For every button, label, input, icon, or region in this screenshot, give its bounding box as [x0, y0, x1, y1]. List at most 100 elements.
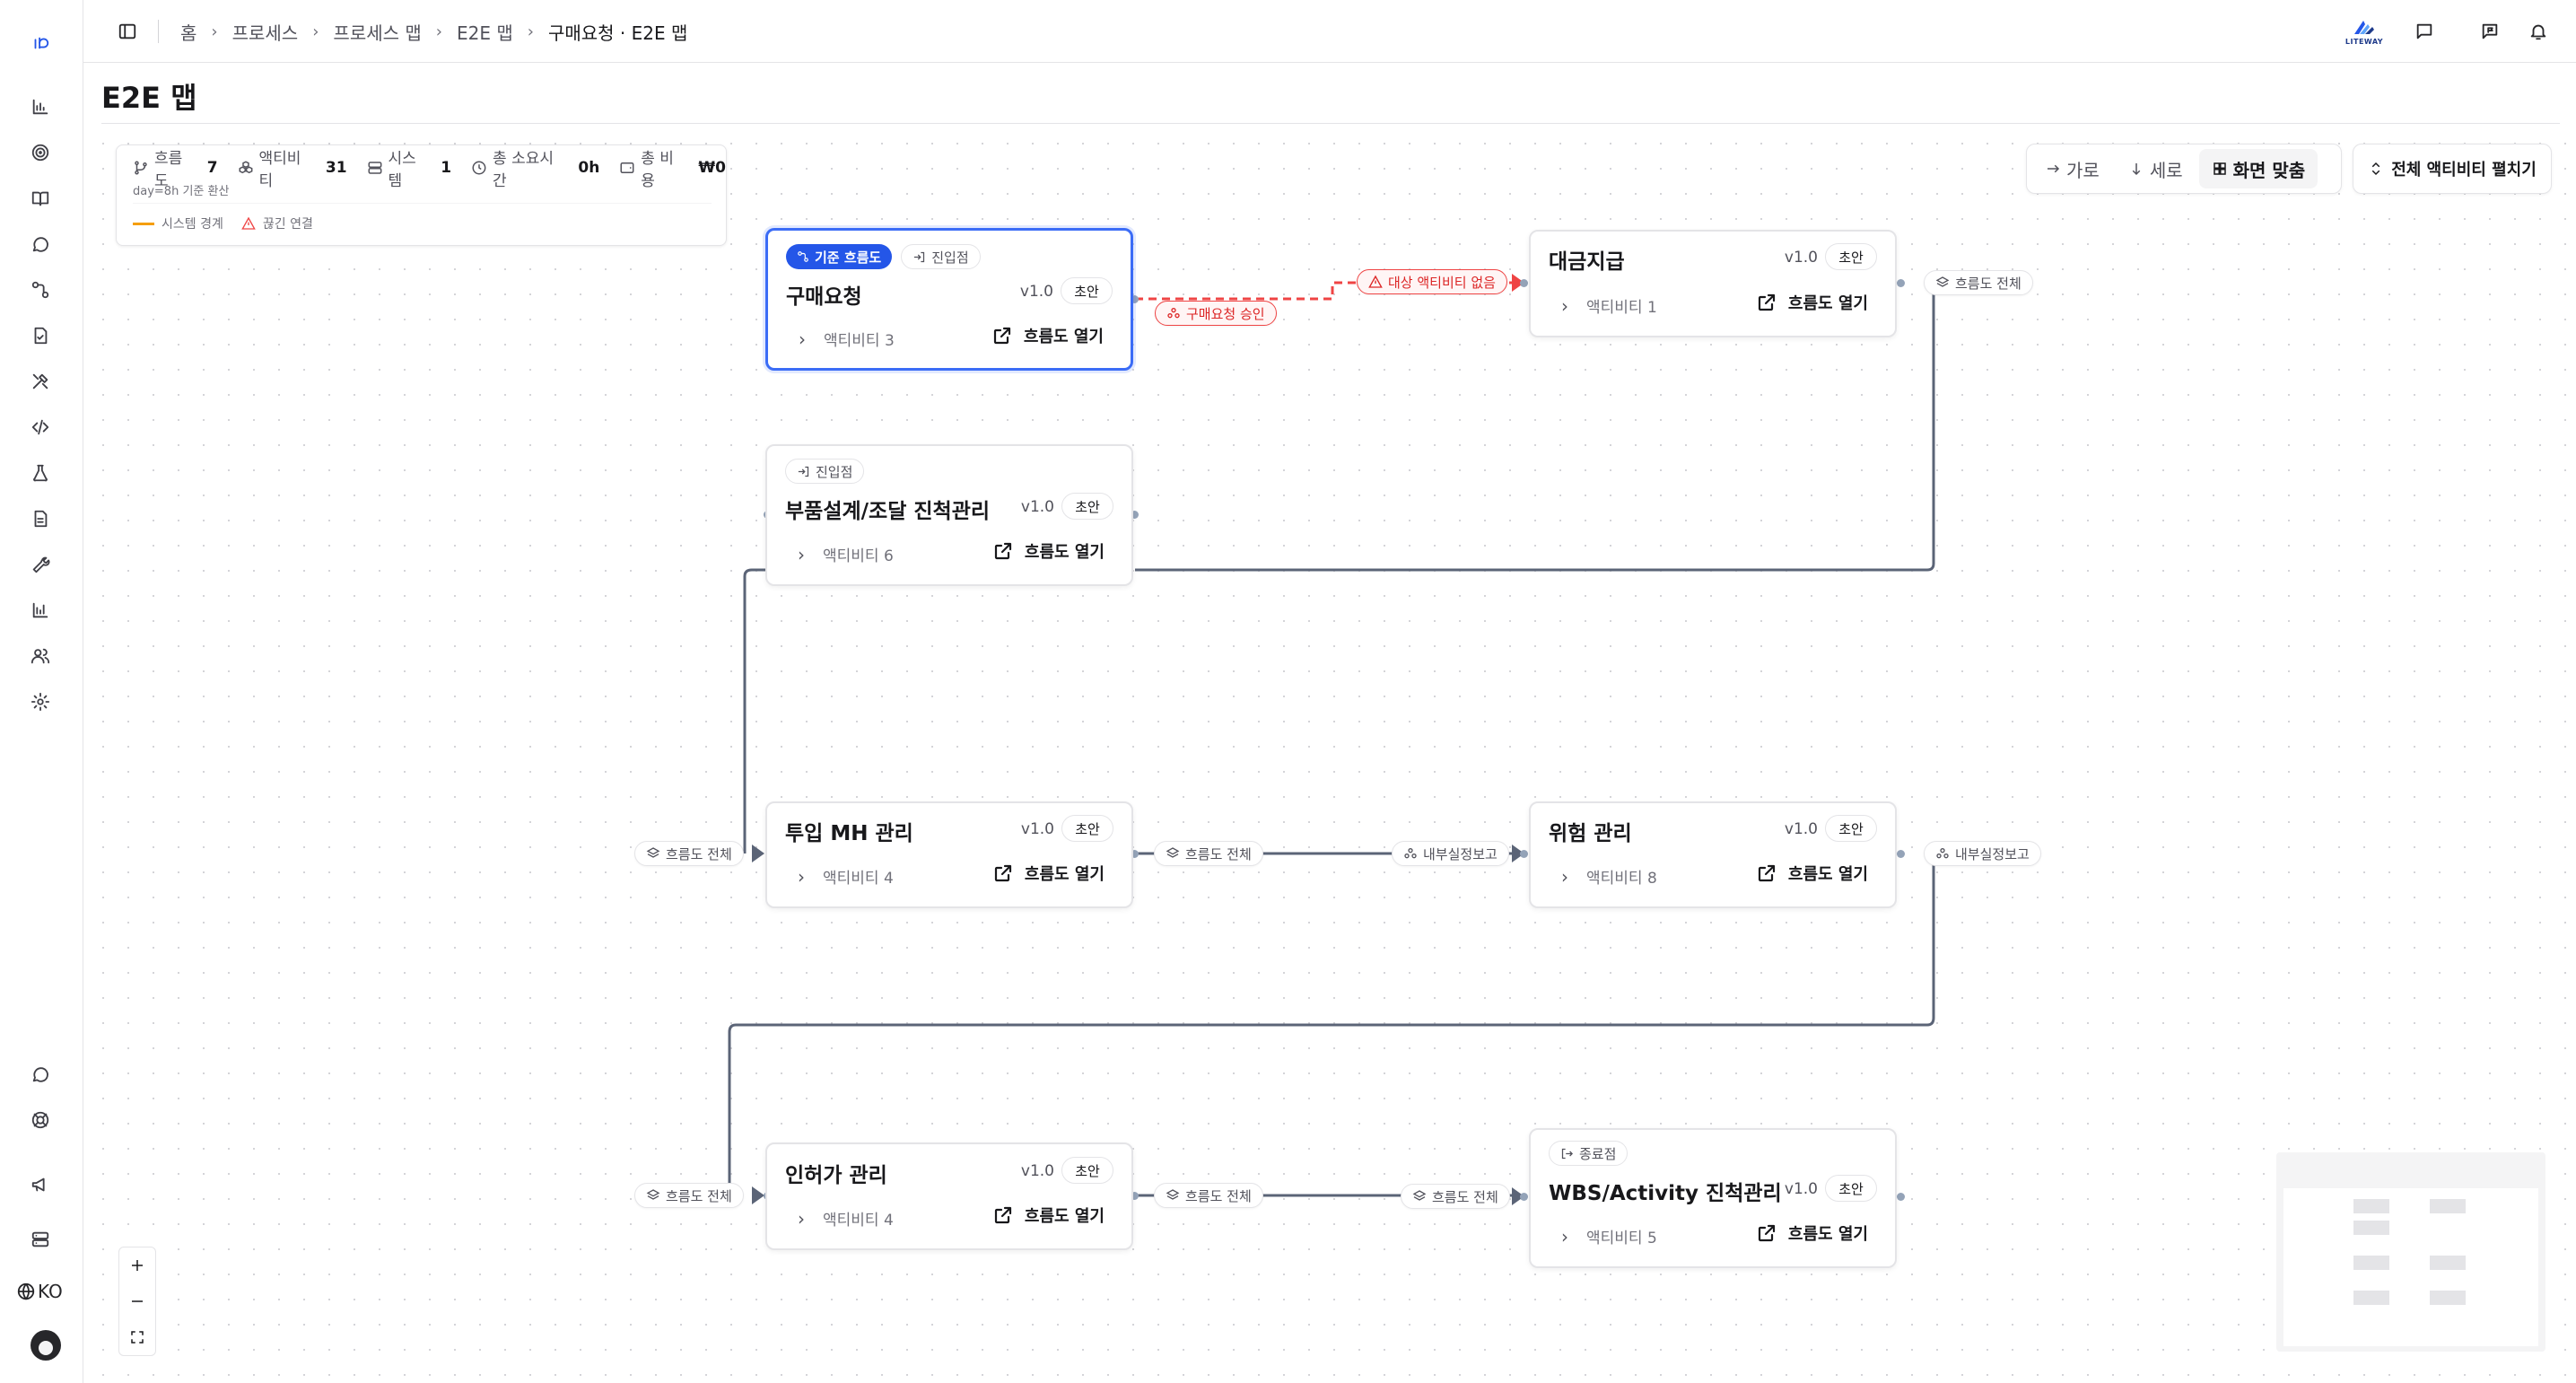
flow-node-risk-management[interactable]: 위험 관리 v1.0 초안 › 액티비티 8 흐름도 열기: [1529, 801, 1897, 908]
flow-node-wbs-progress[interactable]: 종료점 WBS/Activity 진척관리 v1.0 초안 › 액티비티 5 흐…: [1529, 1128, 1897, 1268]
user-avatar[interactable]: [31, 1330, 61, 1361]
open-flow-button[interactable]: 흐름도 열기: [1756, 1221, 1868, 1245]
flow-canvas[interactable]: [83, 124, 2576, 1383]
fit-view-button[interactable]: 화면 맞춤: [2198, 149, 2318, 188]
megaphone-icon[interactable]: [27, 1171, 54, 1198]
flow-node-permit-management[interactable]: 인허가 관리 v1.0 초안 › 액티비티 4 흐름도 열기: [765, 1142, 1133, 1250]
edge-label-internal-report[interactable]: 내부실정보고: [1924, 841, 2041, 866]
zoom-in-button[interactable]: [119, 1247, 155, 1283]
node-version: v1.0: [1784, 820, 1818, 838]
flask-icon[interactable]: [27, 460, 54, 486]
node-handle[interactable]: [1897, 850, 1905, 858]
activities-toggle[interactable]: › 액티비티 6: [798, 543, 894, 566]
minimap[interactable]: [2276, 1152, 2545, 1352]
document-check-icon[interactable]: [27, 322, 54, 349]
users-icon[interactable]: [27, 643, 54, 670]
status-badge: 초안: [1825, 815, 1877, 842]
open-flow-button[interactable]: 흐름도 열기: [1756, 862, 1868, 885]
open-flow-button[interactable]: 흐름도 열기: [1756, 291, 1868, 314]
chevron-right-icon: ›: [798, 543, 805, 565]
flow-node-parts-design[interactable]: 진입점 부품설계/조달 진척관리 v1.0 초안 › 액티비티 6 흐름도 열기: [765, 444, 1133, 586]
layout-toolbar: 가로 세로 화면 맞춤: [2026, 144, 2342, 194]
language-switcher[interactable]: KO: [16, 1278, 63, 1305]
breadcrumb-process[interactable]: 프로세스: [232, 19, 299, 45]
minimap-node: [2353, 1221, 2389, 1235]
activities-toggle[interactable]: › 액티비티 3: [799, 328, 895, 351]
log-out-icon: [1561, 1148, 1574, 1159]
activities-toggle[interactable]: › 액티비티 8: [1561, 865, 1657, 888]
breadcrumb-current: 구매요청 · E2E 맵: [547, 22, 688, 44]
node-handle[interactable]: [1520, 279, 1528, 287]
open-flow-button[interactable]: 흐름도 열기: [992, 539, 1105, 563]
edge-label-all-flow[interactable]: 흐름도 전체: [634, 841, 744, 866]
dashboard-chart-icon[interactable]: [27, 93, 54, 120]
brand-logo-text: LITEWAY: [2345, 38, 2384, 46]
edge-label-approval[interactable]: 구매요청 승인: [1155, 301, 1277, 326]
comments-button[interactable]: [2411, 18, 2438, 45]
chat-icon[interactable]: [27, 231, 54, 258]
breadcrumb-e2e-map[interactable]: E2E 맵: [457, 19, 513, 45]
node-handle[interactable]: [1520, 1193, 1528, 1201]
bar-chart-icon[interactable]: [27, 597, 54, 624]
expand-all-activities-button[interactable]: 전체 액티비티 펼치기: [2353, 144, 2552, 194]
breadcrumb-home[interactable]: 홈: [180, 19, 196, 45]
end-point-badge: 종료점: [1549, 1141, 1629, 1166]
edge-label-all-flow[interactable]: 흐름도 전체: [634, 1183, 744, 1208]
app-logo-icon[interactable]: [27, 30, 54, 57]
minimap-viewport[interactable]: [2283, 1188, 2538, 1346]
open-flow-button[interactable]: 흐름도 열기: [991, 324, 1104, 347]
edge-label-all-flow[interactable]: 흐름도 전체: [1924, 270, 2033, 295]
layout-horizontal-button[interactable]: 가로: [2032, 149, 2112, 188]
breadcrumb-process-map[interactable]: 프로세스 맵: [333, 19, 421, 45]
chevron-right-icon: ›: [799, 328, 806, 350]
edge-label-all-flow[interactable]: 흐름도 전체: [1154, 841, 1263, 866]
target-icon[interactable]: [27, 139, 54, 166]
flow-node-purchase-request[interactable]: 기준 흐름도 진입점 구매요청 v1.0 초안 › 액티비티 3 흐름도 열기: [765, 228, 1133, 371]
base-flow-badge: 기준 흐름도: [786, 244, 893, 269]
fit-screen-button[interactable]: [119, 1319, 155, 1355]
chevron-right-icon: ›: [798, 865, 805, 888]
flow-node-payment[interactable]: 대금지급 v1.0 초안 › 액티비티 1 흐름도 열기: [1529, 230, 1897, 337]
edge-label-all-flow[interactable]: 흐름도 전체: [1154, 1183, 1263, 1208]
help-lifebuoy-icon[interactable]: [27, 1107, 54, 1134]
flow-node-mh-management[interactable]: 투입 MH 관리 v1.0 초안 › 액티비티 4 흐름도 열기: [765, 801, 1133, 908]
warning-triangle-icon: [241, 216, 256, 230]
activities-toggle[interactable]: › 액티비티 1: [1561, 294, 1657, 318]
feedback-button[interactable]: [2476, 18, 2503, 45]
sidebar-toggle-button[interactable]: [114, 18, 141, 45]
edge-label-no-target[interactable]: 대상 액티비티 없음: [1357, 269, 1507, 294]
book-icon[interactable]: [27, 185, 54, 212]
grid-icon: [2213, 162, 2226, 175]
node-title: WBS/Activity 진척관리: [1549, 1182, 1782, 1205]
minimap-node: [2430, 1199, 2466, 1213]
activities-toggle[interactable]: › 액티비티 4: [798, 865, 894, 888]
node-handle[interactable]: [1520, 850, 1528, 858]
globe-icon: [17, 1282, 35, 1300]
notifications-button[interactable]: [2525, 18, 2552, 45]
node-handle[interactable]: [1897, 279, 1905, 287]
layout-vertical-button[interactable]: 세로: [2116, 149, 2196, 188]
layers-icon: [646, 1189, 660, 1200]
activities-toggle[interactable]: › 액티비티 4: [798, 1207, 894, 1230]
node-handle[interactable]: [1897, 1193, 1905, 1201]
tools-icon[interactable]: [27, 368, 54, 395]
minimap-node: [2430, 1291, 2466, 1305]
edge-label-internal-report[interactable]: 내부실정보고: [1392, 841, 1509, 866]
chevron-right-icon: ›: [312, 22, 319, 41]
process-flow-icon[interactable]: [27, 276, 54, 303]
wrench-icon[interactable]: [27, 551, 54, 578]
zoom-out-button[interactable]: [119, 1283, 155, 1319]
settings-gear-icon[interactable]: [27, 688, 54, 715]
status-badge: 초안: [1825, 243, 1877, 270]
server-icon[interactable]: [27, 1226, 54, 1253]
message-icon[interactable]: [27, 1061, 54, 1088]
minimap-node: [2353, 1291, 2389, 1305]
activities-toggle[interactable]: › 액티비티 5: [1561, 1225, 1657, 1248]
open-flow-button[interactable]: 흐름도 열기: [992, 862, 1105, 885]
edge-label-all-flow[interactable]: 흐름도 전체: [1401, 1184, 1510, 1209]
top-bar: 홈 › 프로세스 › 프로세스 맵 › E2E 맵 › 구매요청 · E2E 맵…: [83, 0, 2576, 63]
open-flow-button[interactable]: 흐름도 열기: [992, 1204, 1105, 1227]
file-text-icon[interactable]: [27, 505, 54, 532]
code-icon[interactable]: [27, 414, 54, 441]
node-version: v1.0: [1784, 249, 1818, 267]
